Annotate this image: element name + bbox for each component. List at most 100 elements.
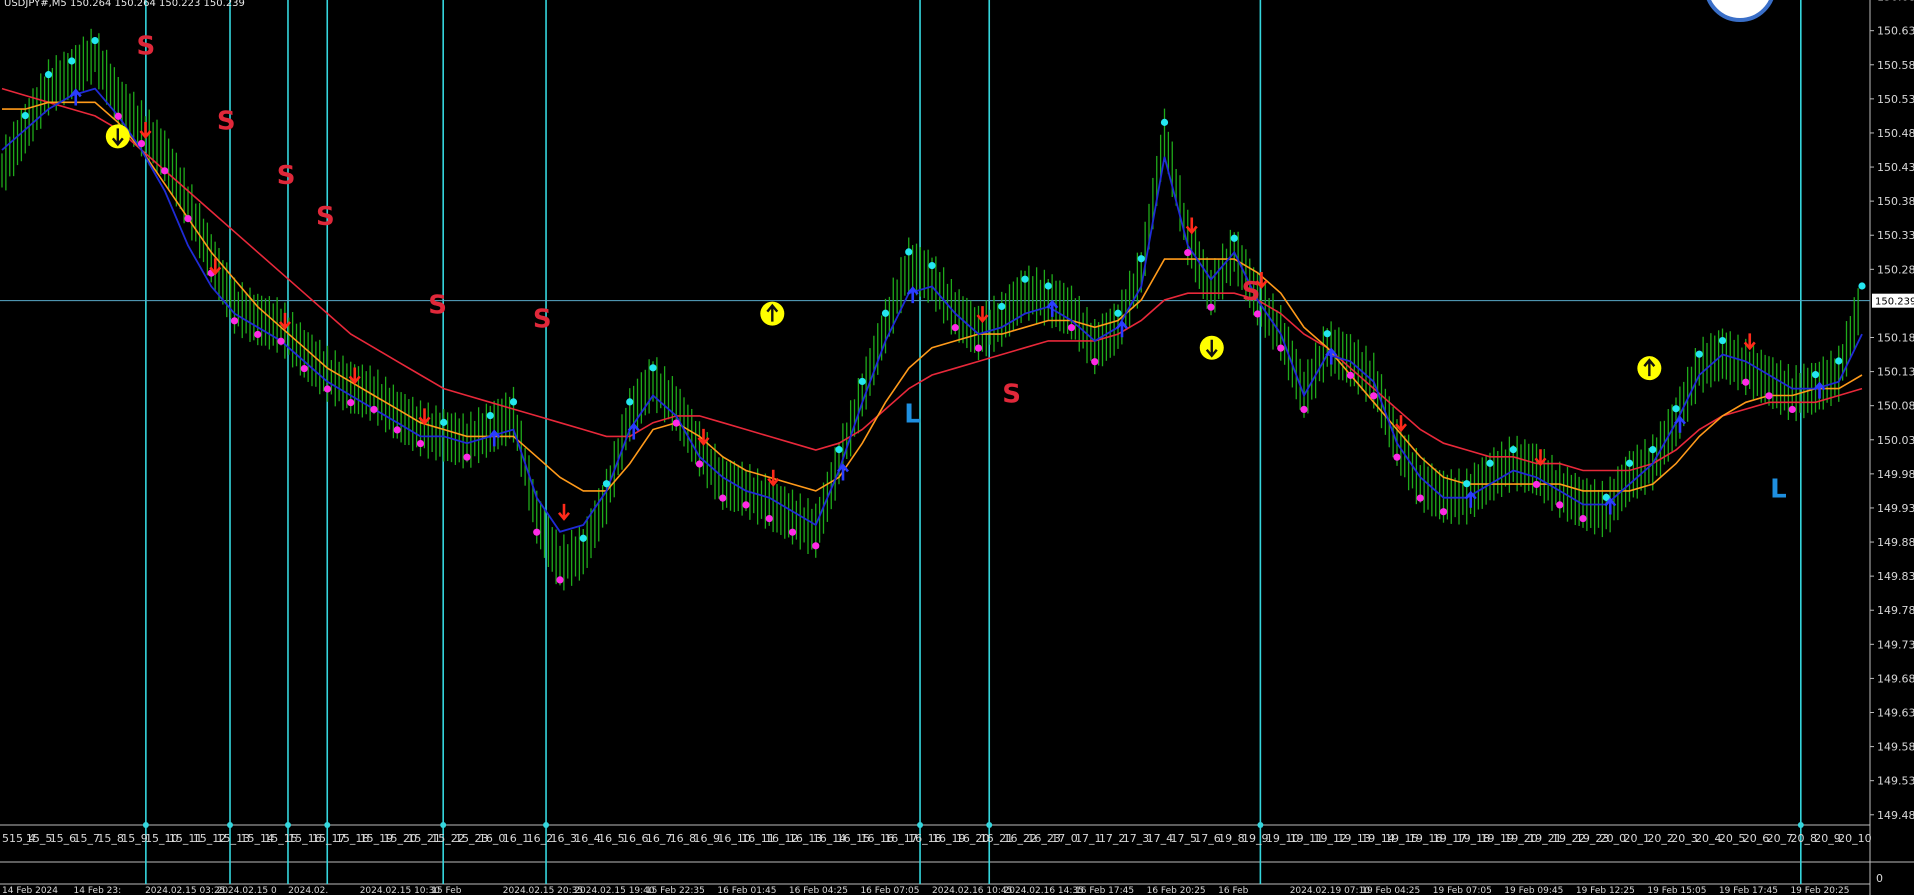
signal-letter-S: S [136, 32, 155, 62]
trend-dot [742, 501, 750, 509]
trend-dot [649, 364, 657, 372]
trend-dot [393, 426, 401, 434]
y-tick-label: 150.085 [1877, 400, 1914, 413]
trend-dot [1091, 358, 1099, 366]
trend-dot [881, 309, 890, 317]
chart-background [0, 0, 1914, 895]
date-label: 19 Feb 04:25 [1361, 886, 1420, 895]
y-tick-label: 149.485 [1877, 809, 1914, 822]
vertical-line-marker [917, 822, 924, 828]
trend-dot [370, 405, 378, 414]
trend-dot [161, 167, 169, 175]
sub-window-zero-label: 0 [1876, 872, 1883, 885]
x-tick-label: 16_3 [550, 832, 577, 845]
trend-dot [1439, 508, 1448, 516]
y-tick-label: 150.035 [1877, 434, 1914, 447]
trend-dot [788, 528, 797, 536]
trend-dot [719, 494, 727, 502]
signal-letter-L: L [904, 400, 921, 430]
date-label: 19 Feb 20:25 [1790, 886, 1849, 895]
x-tick-label: 19_8 [1218, 832, 1245, 845]
y-tick-label: 150.135 [1877, 366, 1914, 379]
trend-dot [440, 418, 448, 426]
trend-dot [1323, 330, 1331, 338]
x-tick-label: 16_8 [670, 832, 697, 845]
y-tick-label: 149.985 [1877, 468, 1914, 481]
x-tick-label: 16_7 [646, 832, 673, 845]
trend-dot [1067, 324, 1076, 332]
date-label: 16 Feb 20:25 [1147, 886, 1206, 895]
date-label: 19 Feb 12:25 [1576, 886, 1635, 895]
x-tick-label: 15_5 [26, 832, 53, 845]
signal-letter-L: L [1770, 475, 1787, 505]
trend-dot [1370, 392, 1378, 400]
trend-dot [695, 460, 704, 468]
price-chart[interactable]: 150.685 150.635 150.585 150.535 150.485 150.4… [0, 0, 1914, 895]
trend-dot [300, 364, 308, 373]
trend-dot [1718, 336, 1727, 345]
trend-dot [1695, 350, 1703, 358]
x-tick-label: 17_2 [1099, 832, 1126, 845]
date-label: 19 Feb 15:05 [1647, 886, 1706, 895]
trend-dot [1160, 118, 1169, 126]
y-tick-label: 149.835 [1877, 570, 1914, 583]
date-label: 16 Feb 04:25 [789, 886, 848, 895]
trend-dot [835, 446, 843, 454]
trend-dot [509, 398, 518, 406]
trend-dot [1649, 446, 1657, 454]
x-tick-label: 16_5 [598, 832, 625, 845]
trend-dot [323, 385, 332, 393]
trend-dot [672, 419, 680, 427]
chart-title: USDJPY#,M5 150.264 150.264 150.223 150.2… [4, 0, 245, 9]
trend-dot [1463, 480, 1471, 488]
trend-dot [974, 344, 983, 352]
vertical-line-marker [1797, 822, 1804, 828]
x-tick-label: 20_2 [1647, 832, 1674, 845]
x-tick-label: 20_9 [1814, 832, 1841, 845]
date-label: 2024.02.15 03:25 [145, 886, 225, 895]
trend-dot [184, 214, 192, 223]
y-tick-label: 149.635 [1877, 707, 1914, 720]
x-tick-label: 19_9 [1242, 832, 1269, 845]
x-tick-label: 16_9 [694, 832, 721, 845]
y-tick-label: 149.785 [1877, 604, 1914, 617]
date-label: 2024.02.16 14:35 [1004, 886, 1084, 895]
x-tick-label: 20_4 [1695, 832, 1722, 845]
x-tick-label: 17_5 [1170, 832, 1197, 845]
y-tick-label: 149.535 [1877, 775, 1914, 788]
trend-dot [812, 542, 820, 550]
trend-dot [1509, 446, 1517, 454]
x-tick-label: 15_9 [121, 832, 148, 845]
date-label: 15 Feb [431, 886, 462, 895]
date-label: 2024.02.15 20:35 [503, 886, 583, 895]
date-label: 2024.02.15 0 [217, 886, 277, 895]
trend-dot [347, 399, 355, 407]
date-label: 15 Feb 22:35 [646, 886, 705, 895]
trend-dot [1207, 303, 1215, 311]
trend-dot [998, 302, 1006, 311]
x-tick-label: 16_1 [503, 832, 530, 845]
trend-dot [1765, 392, 1773, 400]
date-label: 16 Feb [1218, 886, 1249, 895]
x-tick-label: 20_0 [1600, 832, 1627, 845]
date-label: 2024.02.15 10:30 [360, 886, 441, 895]
trend-dot [602, 480, 611, 488]
x-tick-label: 16_6 [622, 832, 649, 845]
x-tick-label: 20_10 [1838, 832, 1872, 845]
signal-letter-S: S [1242, 277, 1261, 307]
y-tick-label: 150.285 [1877, 263, 1914, 276]
y-tick-label: 150.535 [1877, 93, 1914, 106]
x-tick-label: 17_3 [1123, 832, 1150, 845]
y-tick-label: 149.935 [1877, 502, 1914, 515]
trend-dot [1346, 371, 1355, 379]
trend-dot [277, 337, 285, 345]
trend-dot [1835, 357, 1843, 365]
trend-dot [1811, 371, 1820, 379]
vertical-line-marker [284, 822, 291, 828]
trend-dot [137, 139, 146, 148]
y-tick-label: 149.885 [1877, 536, 1914, 549]
x-tick-label: 17_0 [1051, 832, 1078, 845]
signal-letter-S: S [533, 304, 552, 334]
y-tick-label: 150.585 [1877, 59, 1914, 72]
date-label: 16 Feb 01:45 [717, 886, 776, 895]
